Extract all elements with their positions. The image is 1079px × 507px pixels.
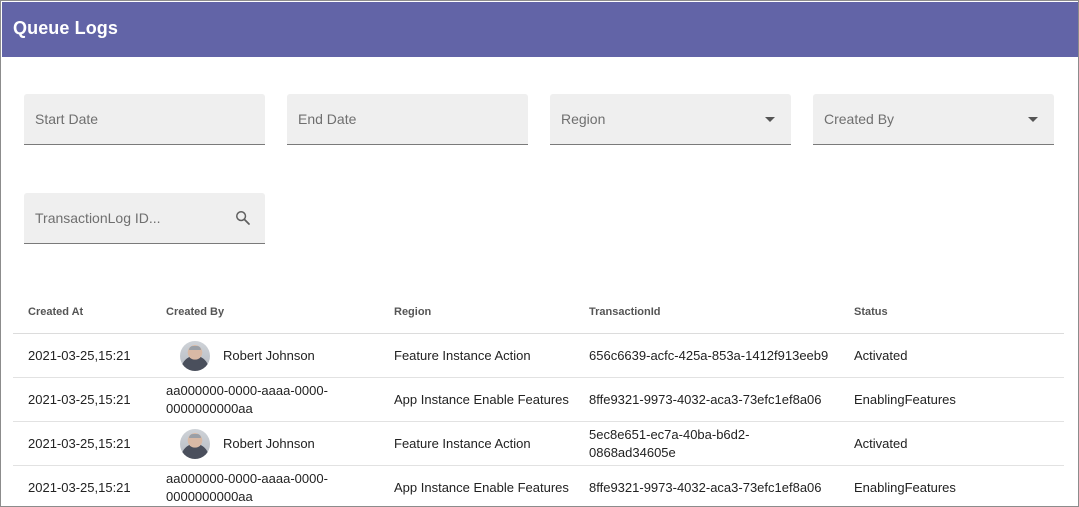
search-icon[interactable] [234,209,252,227]
caret-down-icon [765,117,775,122]
app-header: Queue Logs [2,2,1078,57]
region-cell: Feature Instance Action [394,348,531,363]
start-date-input[interactable] [24,94,265,144]
created-by-cell: aa000000-0000-aaaa-0000-0000000000aa [166,471,328,504]
end-date-field[interactable] [287,94,528,145]
queue-logs-table: Created At Created By Region Transaction… [13,293,1064,506]
queue-logs-window: Queue Logs Region Created By Created At … [0,0,1079,507]
column-header-region[interactable]: Region [394,306,431,318]
caret-down-icon [1028,117,1038,122]
transaction-id-cell: 8ffe9321-9973-4032-aca3-73efc1ef8a06 [589,392,822,407]
column-header-transaction-id[interactable]: TransactionId [589,306,661,318]
status-cell: EnablingFeatures [854,480,956,495]
created-at-cell: 2021-03-25,15:21 [28,480,131,495]
column-header-status[interactable]: Status [854,306,888,318]
user-avatar [180,429,210,459]
table-header: Created At Created By Region Transaction… [13,293,1064,334]
region-cell: App Instance Enable Features [394,480,569,495]
transaction-id-cell: 5ec8e651-ec7a-40ba-b6d2-0868ad34605e [589,427,750,460]
page-title: Queue Logs [13,18,119,38]
transaction-id-cell: 8ffe9321-9973-4032-aca3-73efc1ef8a06 [589,480,822,495]
table-row[interactable]: 2021-03-25,15:21 Robert Johnson Feature … [13,422,1064,466]
start-date-field[interactable] [24,94,265,145]
transaction-log-id-input[interactable] [24,193,265,243]
status-cell: Activated [854,348,908,363]
created-by-cell: aa000000-0000-aaaa-0000-0000000000aa [166,383,328,416]
transaction-id-cell: 656c6639-acfc-425a-853a-1412f913eeb9 [589,348,829,363]
table-row[interactable]: 2021-03-25,15:21 aa000000-0000-aaaa-0000… [13,378,1064,422]
created-by-name: Robert Johnson [223,348,315,363]
user-avatar [180,341,210,371]
table-row[interactable]: 2021-03-25,15:21 Robert Johnson Feature … [13,334,1064,378]
created-by-select-label: Created By [824,111,895,127]
created-by-name: Robert Johnson [223,436,315,451]
status-cell: EnablingFeatures [854,392,956,407]
column-header-created-at[interactable]: Created At [28,306,83,318]
created-at-cell: 2021-03-25,15:21 [28,348,131,363]
status-cell: Activated [854,436,908,451]
region-cell: App Instance Enable Features [394,392,569,407]
created-by-cell: Robert Johnson [166,422,381,466]
created-at-cell: 2021-03-25,15:21 [28,436,131,451]
table-row[interactable]: 2021-03-25,15:21 aa000000-0000-aaaa-0000… [13,466,1064,506]
region-select[interactable]: Region [550,94,791,145]
end-date-input[interactable] [287,94,528,144]
region-cell: Feature Instance Action [394,436,531,451]
region-select-label: Region [561,111,606,127]
created-at-cell: 2021-03-25,15:21 [28,392,131,407]
column-header-created-by[interactable]: Created By [166,306,224,318]
transaction-log-search-field[interactable] [24,193,265,244]
created-by-select[interactable]: Created By [813,94,1054,145]
created-by-cell: Robert Johnson [166,334,381,378]
